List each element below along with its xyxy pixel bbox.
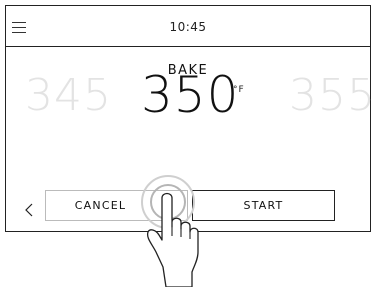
chevron-left-icon[interactable] [24, 203, 36, 217]
hand-tap-icon [141, 175, 199, 287]
cancel-button-label: CANCEL [74, 199, 127, 212]
temperature-unit: °F [233, 85, 245, 95]
temperature-current[interactable]: 350 [141, 70, 239, 120]
clock: 10:45 [169, 20, 207, 34]
start-button-label: START [243, 199, 284, 212]
header-divider [6, 46, 370, 47]
temperature-next-option[interactable]: 355 [289, 74, 376, 118]
temperature-previous-option[interactable]: 345 [25, 74, 112, 118]
